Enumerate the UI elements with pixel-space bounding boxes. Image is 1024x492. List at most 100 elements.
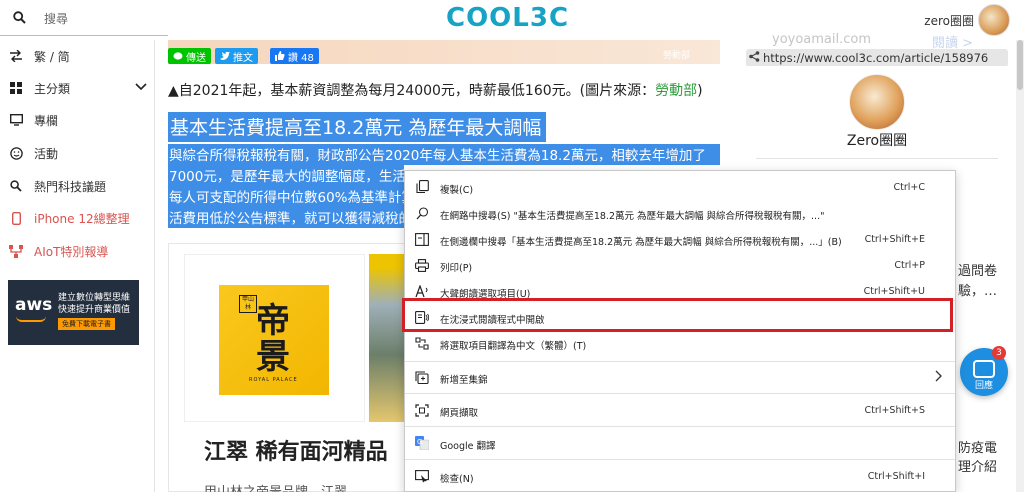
- grid-icon: [8, 80, 24, 96]
- user-name: zero圈圈: [924, 13, 974, 28]
- ad-title: 江翠 稀有面河精品: [204, 440, 388, 465]
- menu-separator: [405, 393, 955, 394]
- sidebar-item-label: 主分類: [34, 81, 71, 96]
- sidebar-item-aiot[interactable]: AIoT特別報導: [0, 239, 155, 263]
- sidebar-item-label: AIoT特別報導: [34, 244, 109, 259]
- sidebar-item-label: 繁 / 简: [34, 49, 70, 64]
- sidebar-item-main-category[interactable]: 主分類: [0, 76, 155, 100]
- menu-item-sidebar-search[interactable]: 在側邊欄中搜尋「基本生活費提高至18.2萬元 為歷年最大調幅 與綜合所得稅報稅有…: [405, 226, 955, 252]
- sidebar-fragment: 驗，…: [958, 284, 998, 299]
- collections-icon: [414, 369, 430, 385]
- search-icon: [414, 205, 430, 221]
- ad-brand-subtitle: ROYAL PALACE: [249, 377, 298, 383]
- faded-email-text: yoyoamail.com: [772, 32, 872, 47]
- ad-brand-calligraphy: 帝景: [256, 301, 290, 377]
- menu-item-add-to-collections[interactable]: 新增至集錦: [405, 364, 955, 390]
- selected-text-line: 7000元，是歷年最大的調整幅度，生活費: [168, 165, 404, 186]
- search-input[interactable]: 搜尋: [0, 0, 168, 36]
- sidebar-item-column[interactable]: 專欄: [0, 108, 155, 132]
- sidebar-search-icon: [414, 231, 430, 247]
- immersive-reader-icon: [414, 309, 430, 325]
- sidebar-item-label: iPhone 12總整理: [34, 211, 130, 226]
- selected-text-line: 與綜合所得稅報稅有關，財政部公告2020年每人基本生活費為18.2萬元，相較去年…: [168, 144, 720, 165]
- menu-separator: [405, 459, 955, 460]
- sidebar-item-events[interactable]: 活動: [0, 141, 155, 165]
- sidebar-item-language[interactable]: 繁 / 简: [0, 44, 155, 68]
- menu-item-google-translate[interactable]: G Google 翻譯: [405, 430, 955, 456]
- inspect-icon: [414, 468, 430, 484]
- search-icon: [13, 11, 26, 28]
- site-logo[interactable]: COOL3C: [446, 3, 569, 33]
- caption-source-link[interactable]: 勞動部: [655, 83, 697, 99]
- comments-label: 回應: [974, 381, 993, 391]
- aws-ad-banner[interactable]: aws 建立數位轉型思維 快速提升商業價值 免費下載電子書: [8, 280, 139, 345]
- menu-item-translate[interactable]: 將選取項目翻譯為中文（繁體）(T): [405, 330, 955, 356]
- menu-item-web-capture[interactable]: 網頁擷取 Ctrl+Shift+S: [405, 397, 955, 423]
- menu-item-print[interactable]: 列印(P) Ctrl+P: [405, 252, 955, 278]
- ad-subtitle: 甲山林之帝景品牌，江翠: [204, 481, 347, 492]
- twitter-icon: [220, 51, 230, 60]
- ad-tag: 免費下載電子書: [58, 318, 115, 330]
- author-name[interactable]: Zero圈圈: [744, 130, 1010, 150]
- sidebar-item-hot-topics[interactable]: 熱門科技議題: [0, 174, 155, 198]
- copy-icon: [414, 179, 430, 195]
- article-url-bar[interactable]: https://www.cool3c.com/article/158976: [746, 49, 1008, 67]
- chat-icon: [973, 360, 995, 378]
- sidebar-fragment: 理介紹: [958, 460, 998, 475]
- translate-icon: [414, 335, 430, 351]
- sidebar-item-iphone12[interactable]: iPhone 12總整理: [0, 206, 155, 230]
- left-sidebar: 繁 / 简 主分類 專欄 活動 熱門科技議題 iPhone 12總整理 AIoT…: [0, 40, 155, 492]
- article-url: https://www.cool3c.com/article/158976: [763, 51, 989, 65]
- network-icon: [8, 243, 24, 259]
- thumbs-up-icon: [275, 51, 285, 61]
- menu-separator: [405, 361, 955, 362]
- aws-logo: aws: [15, 295, 53, 315]
- tweet-button[interactable]: 推文: [215, 48, 258, 64]
- divider: [756, 158, 998, 159]
- svg-text:G: G: [417, 438, 422, 446]
- share-link-icon: [749, 51, 760, 65]
- print-icon: [414, 257, 430, 273]
- chevron-right-icon: [935, 370, 943, 385]
- ad-text: 建立數位轉型思維 快速提升商業價值: [58, 293, 131, 315]
- sidebar-item-label: 專欄: [34, 113, 59, 128]
- sidebar-item-label: 熱門科技議題: [34, 179, 107, 194]
- menu-item-copy[interactable]: 複製(C) Ctrl+C: [405, 174, 955, 200]
- line-share-button[interactable]: 傳送: [168, 48, 211, 64]
- ad-photo: [369, 254, 409, 422]
- facebook-like-button[interactable]: 讚 48: [270, 48, 319, 64]
- menu-item-immersive-reader[interactable]: 在沈浸式閱讀程式中開啟: [405, 304, 955, 330]
- chevron-down-icon[interactable]: [135, 80, 147, 95]
- sidebar-item-label: 活動: [34, 146, 59, 161]
- aws-smile-icon: [16, 316, 46, 322]
- web-capture-icon: [414, 402, 430, 418]
- monitor-icon: [8, 112, 24, 128]
- search-placeholder: 搜尋: [44, 12, 69, 26]
- context-menu: 複製(C) Ctrl+C 在網路中搜尋(S) "基本生活費提高至18.2萬元 為歷…: [404, 170, 956, 492]
- menu-item-inspect[interactable]: 檢查(N) Ctrl+Shift+I: [405, 463, 955, 489]
- page-scrollbar[interactable]: [1016, 40, 1024, 492]
- selected-text-line: 活費用低於公告標準，就可以獲得減稅的: [168, 207, 404, 228]
- google-translate-icon: G: [414, 435, 430, 451]
- line-icon: [173, 51, 183, 60]
- user-avatar[interactable]: [978, 4, 1010, 36]
- swap-arrows-icon: [8, 48, 24, 64]
- read-aloud-icon: [414, 283, 430, 299]
- ad-brand-tile: 甲山林 帝景 ROYAL PALACE: [219, 285, 329, 395]
- smiley-icon: [8, 145, 24, 161]
- author-avatar[interactable]: [849, 74, 905, 130]
- menu-separator: [405, 426, 955, 427]
- sidebar-fragment: 過問卷: [958, 264, 998, 279]
- menu-separator: [405, 300, 955, 301]
- image-watermark: 勞動部: [662, 51, 690, 61]
- menu-item-web-search[interactable]: 在網路中搜尋(S) "基本生活費提高至18.2萬元 為歷年最大調幅 與綜合所得稅…: [405, 200, 955, 226]
- share-buttons: 傳送 推文 讚 48: [168, 48, 319, 64]
- selected-text-line: 每人可支配的所得中位數60%為基準計算: [168, 186, 404, 207]
- magnifier-icon: [8, 178, 24, 194]
- comments-count-badge: 3: [992, 346, 1006, 360]
- phone-icon: [8, 210, 24, 226]
- sidebar-fragment: 防疫電: [958, 441, 998, 456]
- image-caption: ▲自2021年起，基本薪資調整為每月24000元，時薪最低160元。(圖片來源：…: [168, 83, 703, 99]
- scrollbar-thumb[interactable]: [1017, 40, 1023, 90]
- article-subheading: 基本生活費提高至18.2萬元 為歷年最大調幅: [168, 112, 547, 142]
